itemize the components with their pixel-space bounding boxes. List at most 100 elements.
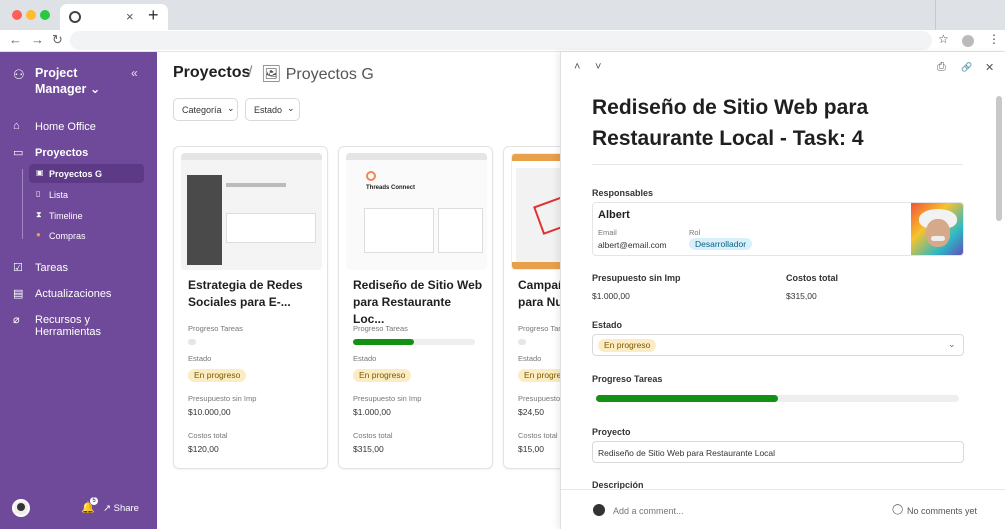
close-icon[interactable]: ✕ — [985, 61, 994, 74]
costs-value: $315,00 — [786, 291, 817, 301]
card-thumbnail — [181, 153, 322, 270]
sidebar-item-label: Proyectos — [35, 147, 89, 159]
sidebar: ⚇ Project Manager ⌄ « ⌂ Home Office ▭ Pr… — [0, 52, 157, 529]
comment-input[interactable]: Add a comment... — [613, 506, 684, 516]
paperclip-icon: ⌀ — [13, 314, 20, 326]
progress-bar — [188, 339, 196, 345]
status-label: Estado — [188, 354, 212, 363]
forward-icon[interactable]: → — [31, 32, 44, 47]
picture-icon: ▣ — [36, 168, 44, 177]
sidebar-subitem-label: Lista — [49, 190, 69, 200]
link-icon[interactable]: 🔗 — [961, 62, 972, 73]
print-icon[interactable]: ⎙ — [937, 61, 946, 74]
sidebar-subitem-label: Proyectos G — [49, 169, 103, 179]
role-badge: Desarrollador — [689, 238, 753, 250]
reload-icon[interactable]: ↻ — [52, 32, 63, 48]
person-card[interactable]: Albert Email albert@email.com Rol Desarr… — [592, 202, 964, 256]
card-thumbnail: Threads Connect — [346, 153, 487, 270]
thumb-footer — [512, 262, 560, 269]
sidebar-subitem-lista[interactable]: ▯ Lista — [29, 185, 144, 204]
progress-label: Progreso Tareas — [592, 374, 663, 384]
progress-bar — [596, 395, 959, 402]
budget-label: Presupuesto sin Imp — [188, 394, 257, 403]
progress-label: Progreso Tareas — [188, 324, 243, 333]
budget-label: Presupuesto sin Imp — [353, 394, 422, 403]
new-tab-icon[interactable]: + — [148, 5, 159, 26]
chevron-down-icon: ⌄ — [287, 103, 295, 113]
close-window-icon[interactable] — [12, 10, 22, 20]
folder-icon: ▭ — [13, 147, 24, 159]
responsables-label: Responsables — [592, 188, 654, 198]
project-card[interactable]: Threads Connect Rediseño de Sitio Web pa… — [338, 146, 493, 469]
home-icon: ⌂ — [13, 120, 20, 132]
browser-menu-icon[interactable]: ⋮ — [988, 32, 1000, 46]
panel-scrollbar[interactable] — [995, 90, 1003, 489]
sidebar-item-proyectos[interactable]: ▭ Proyectos — [0, 144, 157, 164]
avatar[interactable] — [12, 499, 30, 517]
costs-label: Costos total — [786, 273, 839, 283]
chevron-down-icon: ⌄ — [948, 339, 956, 349]
status-label: Estado — [353, 354, 377, 363]
back-icon[interactable]: ← — [9, 32, 22, 47]
person-email: albert@email.com — [598, 240, 667, 250]
comment-bar: Add a comment... ◯ No comments yet — [561, 489, 1005, 529]
share-label: Share — [113, 503, 139, 514]
sidebar-subitem-proyectos-g[interactable]: ▣ Proyectos G — [29, 164, 144, 183]
progress-bar — [518, 339, 526, 345]
maximize-window-icon[interactable] — [40, 10, 50, 20]
main-content: Proyectos / 🖼 Proyectos G Categoría ⌄ Es… — [157, 52, 560, 529]
tree-line — [22, 169, 23, 239]
sidebar-item-actualizaciones[interactable]: ▤ Actualizaciones — [0, 285, 157, 305]
project-card[interactable]: Campaña de Marketing para Nu... Progreso… — [503, 146, 560, 469]
scrollbar-thumb[interactable] — [996, 96, 1002, 221]
tab-close-icon[interactable]: × — [126, 9, 134, 24]
project-card[interactable]: Estrategia de Redes Sociales para E-... … — [173, 146, 328, 469]
filter-label: Categoría — [182, 105, 222, 115]
thumb-heading — [226, 183, 286, 187]
thumb-sidebar — [187, 175, 222, 265]
bookmark-star-icon[interactable]: ☆ — [938, 32, 949, 46]
sidebar-item-recursos[interactable]: ⌀ Recursos y Herramientas — [0, 311, 157, 338]
share-button[interactable]: ↗ Share — [103, 503, 139, 514]
chevron-down-icon[interactable]: ˅ — [595, 61, 601, 73]
card-thumbnail — [511, 153, 560, 270]
no-comments-text: No comments yet — [907, 506, 978, 516]
budget-value: $1.000,00 — [592, 291, 630, 301]
sitemap-icon: ⚇ — [13, 67, 25, 82]
progress-bar — [353, 339, 475, 345]
filter-categoria[interactable]: Categoría ⌄ — [173, 98, 238, 121]
costs-label: Costos total — [188, 431, 228, 440]
budget-value: $10.000,00 — [188, 407, 231, 417]
chevron-up-icon[interactable]: ˄ — [574, 61, 580, 73]
address-bar: ← → ↻ ☆ ⋮ — [0, 30, 1005, 52]
hourglass-icon: ⧗ — [36, 210, 42, 219]
sidebar-item-tareas[interactable]: ☑ Tareas — [0, 259, 157, 279]
filter-estado[interactable]: Estado ⌄ — [245, 98, 300, 121]
breadcrumb-separator: / — [248, 64, 253, 81]
status-badge: En progreso — [353, 369, 412, 382]
sidebar-subitem-compras[interactable]: ● Compras — [29, 226, 144, 245]
thumb-topbar — [181, 153, 322, 160]
task-detail-panel: ˄ ˅ ⎙ 🔗 ✕ Rediseño de Sitio Web para Res… — [560, 52, 1005, 529]
workspace-switcher[interactable]: Project Manager ⌄ — [35, 65, 115, 97]
email-label: Email — [598, 228, 617, 237]
profile-icon[interactable] — [962, 35, 974, 47]
budget-label: Presupuesto sin Imp — [592, 273, 681, 283]
costs-label: Costos total — [353, 431, 393, 440]
progress-label: Progreso Tareas — [353, 324, 408, 333]
sidebar-subitem-timeline[interactable]: ⧗ Timeline — [29, 206, 144, 225]
thumb-panel — [438, 208, 483, 253]
breadcrumb-root[interactable]: Proyectos — [173, 64, 250, 82]
project-field[interactable]: Rediseño de Sitio Web para Restaurante L… — [592, 441, 964, 463]
status-select[interactable]: En progreso ⌄ — [592, 334, 964, 356]
page-icon: ▯ — [36, 189, 41, 198]
costs-value: $315,00 — [353, 444, 384, 454]
sidebar-item-home-office[interactable]: ⌂ Home Office — [0, 118, 157, 138]
person-name: Albert — [598, 209, 630, 221]
url-input[interactable] — [70, 31, 932, 50]
project-label: Proyecto — [592, 427, 631, 437]
minimize-window-icon[interactable] — [26, 10, 36, 20]
collapse-sidebar-icon[interactable]: « — [131, 66, 138, 80]
role-label: Rol — [689, 228, 701, 237]
page-title: 🖼 Proyectos G — [261, 66, 374, 83]
